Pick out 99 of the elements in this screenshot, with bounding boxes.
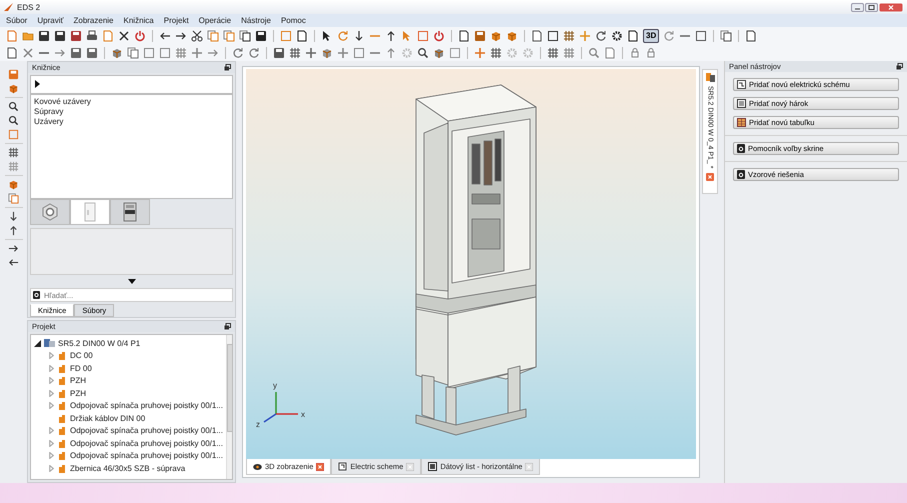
menu-item[interactable]: Operácie <box>198 16 232 25</box>
plus-icon[interactable] <box>474 46 486 58</box>
arrow-up-icon[interactable] <box>8 225 19 236</box>
float-panel-icon[interactable] <box>896 63 903 70</box>
cube-icon[interactable] <box>111 46 123 58</box>
schematic-icon <box>737 80 746 89</box>
arrow-left-icon[interactable] <box>8 257 19 268</box>
path-field[interactable] <box>30 74 233 94</box>
tree-item[interactable]: PZH <box>70 388 86 398</box>
square-icon[interactable] <box>695 30 708 42</box>
arrow-left-icon[interactable] <box>159 30 171 42</box>
tree-item[interactable]: Odpojovač spínača pruhovej poistky 00/1... <box>70 438 223 448</box>
category-tab[interactable] <box>110 199 150 226</box>
menu-item[interactable]: Nástroje <box>241 16 271 25</box>
plus-icon[interactable] <box>579 30 591 42</box>
power-icon[interactable] <box>134 30 146 42</box>
plus-icon[interactable] <box>337 46 349 58</box>
axis-label: z <box>256 420 260 429</box>
view-3d-button[interactable]: 3D <box>643 28 660 42</box>
plus-icon[interactable] <box>191 46 203 58</box>
copy-icon[interactable] <box>720 30 732 42</box>
tree-item[interactable]: Odpojovač spínača pruhovej poistky 00/1... <box>70 426 223 436</box>
grid-icon[interactable] <box>8 147 19 158</box>
axis-label: y <box>273 381 277 390</box>
sheet-icon <box>428 462 438 471</box>
menu-item[interactable]: Upraviť <box>37 16 64 25</box>
tree-item[interactable]: Odpojovač spínača pruhovej poistky 00/1... <box>70 451 223 460</box>
zoom-icon[interactable] <box>8 101 19 112</box>
library-item[interactable]: Súpravy <box>34 106 229 116</box>
scrollbar[interactable] <box>226 335 232 479</box>
scissors-icon[interactable] <box>191 30 203 42</box>
grid-icon[interactable] <box>175 46 187 58</box>
float-panel-icon[interactable] <box>224 323 231 330</box>
arrow-down-icon[interactable] <box>353 30 365 42</box>
cabinet-icon <box>706 73 714 82</box>
menu-item[interactable]: Projekt <box>164 16 189 25</box>
rotate-icon[interactable] <box>248 46 260 58</box>
copy-icon[interactable] <box>239 30 251 42</box>
expanded-arrow-icon[interactable] <box>34 340 41 347</box>
arrow-up-icon[interactable] <box>385 30 397 42</box>
library-item[interactable]: Kovové uzávery <box>34 96 229 106</box>
minimize-icon[interactable] <box>851 2 864 12</box>
close-icon[interactable] <box>879 2 903 12</box>
cabinet-icon <box>44 338 55 348</box>
menu-item[interactable]: Knižnica <box>124 16 154 25</box>
window-title: EDS 2 <box>17 2 40 12</box>
table-icon <box>737 118 746 127</box>
hex-nut-icon <box>41 203 59 222</box>
grid-icon[interactable] <box>490 46 502 58</box>
tree-item[interactable]: FD 00 <box>70 364 92 373</box>
arrow-right-icon[interactable] <box>175 30 187 42</box>
grid-icon[interactable] <box>563 46 575 58</box>
rotate-icon[interactable] <box>232 46 244 58</box>
square-icon[interactable] <box>547 30 559 42</box>
lock-icon[interactable] <box>629 46 641 58</box>
menu-item[interactable]: Súbor <box>6 16 28 25</box>
tree-item[interactable]: DC 00 <box>70 351 93 360</box>
grid-icon[interactable] <box>289 46 301 58</box>
tree-item[interactable]: PZH <box>70 376 86 386</box>
tree-item[interactable]: Držiak káblov DIN 00 <box>70 414 146 423</box>
float-panel-icon[interactable] <box>224 64 231 71</box>
grid-icon[interactable] <box>563 30 575 42</box>
cabinet-icon <box>84 202 96 222</box>
plus-icon[interactable] <box>305 46 317 58</box>
close-icon[interactable] <box>316 462 324 470</box>
cube-icon[interactable] <box>8 83 19 94</box>
arrow-right-icon[interactable] <box>8 243 19 254</box>
cube-icon[interactable] <box>490 30 502 42</box>
eye-icon <box>253 462 262 470</box>
rotate-icon[interactable] <box>595 30 607 42</box>
menu-item[interactable]: Pomoc <box>280 16 306 25</box>
zoom-icon[interactable] <box>8 115 19 126</box>
printer-icon[interactable] <box>86 30 98 42</box>
play-icon <box>34 80 42 88</box>
cross-icon[interactable] <box>118 30 130 42</box>
cube-icon[interactable] <box>8 179 19 190</box>
library-item[interactable]: Uzávery <box>34 116 229 126</box>
axis-label: x <box>301 410 305 419</box>
menu-item[interactable]: Zobrazenie <box>73 16 114 25</box>
app-logo-icon <box>4 3 13 11</box>
close-icon[interactable] <box>706 172 714 180</box>
tree-item[interactable]: Zbernica 46/30x5 SZB - súprava <box>70 464 186 473</box>
tree-item[interactable]: SR5.2 DIN00 W 0/4 P1 <box>58 338 140 348</box>
arrow-down-icon[interactable] <box>8 211 19 222</box>
maximize-icon[interactable] <box>865 2 878 12</box>
cube-icon[interactable] <box>506 30 518 42</box>
sheet-icon <box>737 99 746 108</box>
axis-gizmo-icon <box>264 392 298 423</box>
cube-icon[interactable] <box>321 46 333 58</box>
schematic-icon <box>338 462 348 471</box>
zoom-icon[interactable] <box>417 46 429 58</box>
caret-down-icon[interactable] <box>128 279 136 284</box>
tree-item[interactable]: Odpojovač spínača pruhovej poistky 00/1... <box>70 401 223 410</box>
cube-icon[interactable] <box>433 46 445 58</box>
lock-icon[interactable] <box>645 46 657 58</box>
power-icon[interactable] <box>433 30 445 42</box>
breaker-icon <box>123 202 137 222</box>
folder-icon[interactable] <box>22 30 34 42</box>
grid-icon[interactable] <box>547 46 559 58</box>
